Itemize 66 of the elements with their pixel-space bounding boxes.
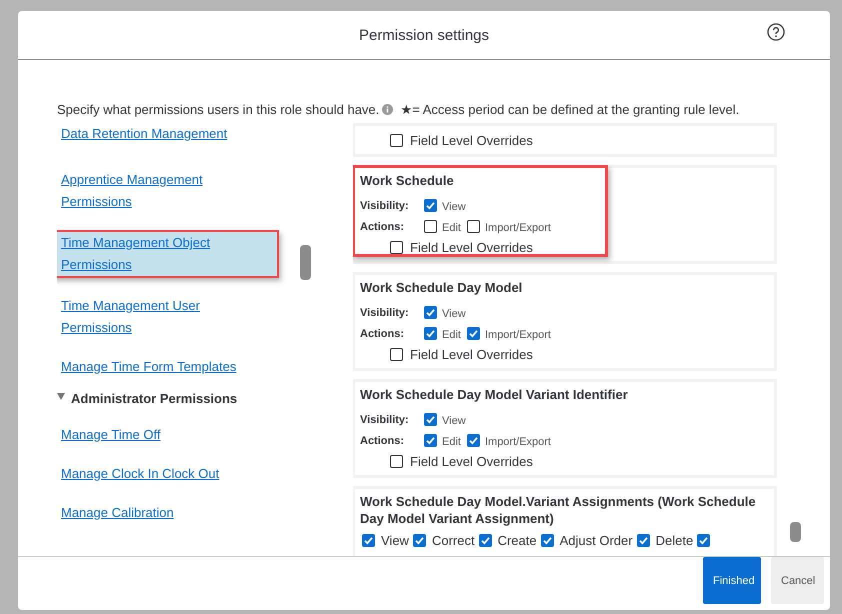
checkbox[interactable] <box>540 534 554 547</box>
sidebar-link[interactable]: Time Management User Permissions <box>61 295 246 339</box>
sidebar-link[interactable]: Time Management Object Permissions <box>61 232 246 276</box>
checkbox[interactable] <box>424 434 437 447</box>
finished-button[interactable]: Finished <box>703 557 761 604</box>
row-label: Actions: <box>360 434 405 446</box>
sidebar-link[interactable]: Manage Clock In Clock Out <box>61 463 246 485</box>
option-label: View <box>442 415 466 427</box>
checkbox[interactable] <box>424 199 437 212</box>
sidebar-link[interactable]: Apprentice Management Permissions <box>61 169 246 213</box>
option-label: View <box>442 308 466 320</box>
sidebar-link[interactable]: Manage Time Form Templates <box>61 356 246 378</box>
sidebar-link[interactable]: Manage Time Off <box>61 424 246 446</box>
info-icon[interactable] <box>382 104 394 115</box>
checkbox[interactable] <box>390 240 403 254</box>
option-label: Edit <box>442 329 461 341</box>
row-label: Actions: <box>360 328 405 340</box>
row-label: Visibility: <box>360 414 410 426</box>
checkbox[interactable] <box>424 220 437 233</box>
option-label: Edit <box>442 222 461 234</box>
option-label: Import/Export <box>484 329 551 341</box>
checkbox[interactable] <box>412 534 426 547</box>
checkbox[interactable] <box>362 534 375 547</box>
checkbox[interactable] <box>466 220 480 233</box>
checkbox[interactable] <box>636 534 650 547</box>
option-label: Import/Export <box>484 436 551 448</box>
legend-text: ★= Access period can be defined at the granting rule level. <box>400 102 740 117</box>
expand-triangle-icon[interactable] <box>57 393 65 400</box>
card-title: Work Schedule Day Model <box>360 279 524 296</box>
sidebar-link[interactable]: Data Retention Management <box>61 123 246 145</box>
checkbox[interactable] <box>466 327 480 340</box>
option-label: View <box>442 201 466 213</box>
checkbox[interactable] <box>466 434 480 447</box>
sidebar-link[interactable]: Manage Calibration <box>61 502 246 524</box>
cancel-button[interactable]: Cancel <box>771 557 824 604</box>
option-label: Field Level Overrides <box>410 454 533 468</box>
scrollbar-thumb[interactable] <box>300 245 311 280</box>
option-label: Field Level Overrides <box>410 132 533 148</box>
checkbox[interactable] <box>424 306 437 319</box>
row-label: Actions: <box>360 220 405 232</box>
option-label: Field Level Overrides <box>410 240 533 254</box>
checkbox[interactable] <box>478 534 492 547</box>
card-title: Work Schedule <box>360 172 455 189</box>
checkbox[interactable] <box>390 454 403 468</box>
row-label: Visibility: <box>360 200 410 212</box>
card-title: Work Schedule Day Model.Variant Assignments (Work Schedule Day Model Variant Assignment) <box>360 493 757 527</box>
option-label: Edit <box>442 436 461 448</box>
option-label: Delete <box>656 533 694 548</box>
option-label: Adjust Order <box>560 533 633 548</box>
scrollbar-thumb[interactable] <box>790 522 801 542</box>
option-label: Field Level Overrides <box>410 346 533 362</box>
checkbox[interactable] <box>424 327 437 340</box>
help-icon[interactable] <box>767 23 785 41</box>
group-heading: Administrator Permissions <box>71 391 238 406</box>
card-title: Work Schedule Day Model Variant Identifier <box>360 386 629 403</box>
checkbox[interactable] <box>697 534 710 547</box>
option-label: View <box>381 533 409 548</box>
checkbox[interactable] <box>390 134 403 146</box>
description-text: Specify what permissions users in this role should have. <box>57 102 380 117</box>
option-label: Correct <box>432 533 475 548</box>
option-label: Import/Export <box>484 222 551 234</box>
checkbox[interactable] <box>390 348 403 360</box>
dialog-title: Permission settings <box>358 26 490 44</box>
option-label: Create <box>498 533 537 548</box>
row-label: Visibility: <box>360 306 410 318</box>
checkbox[interactable] <box>424 413 437 426</box>
